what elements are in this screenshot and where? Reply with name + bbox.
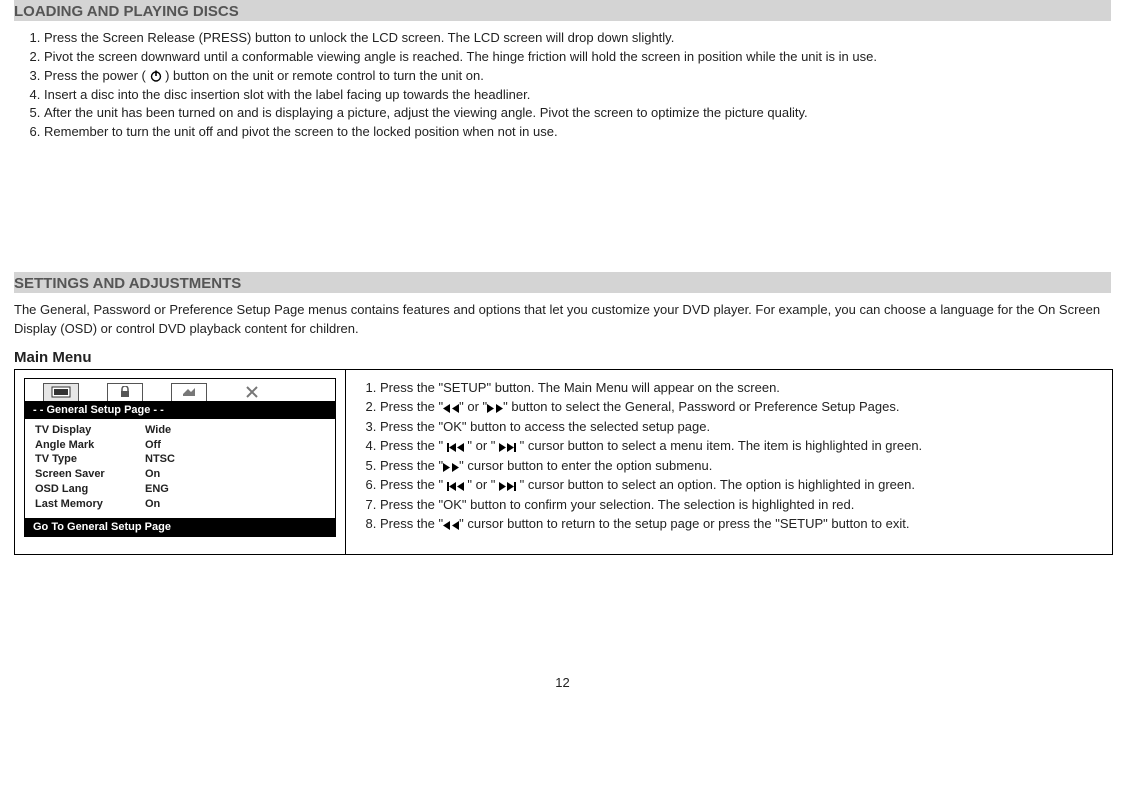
osd-value: Wide — [145, 423, 171, 438]
dleft-icon — [443, 404, 459, 413]
osd-value: On — [145, 467, 160, 482]
skipback-icon — [447, 443, 464, 452]
skipback-icon — [447, 482, 464, 491]
dleft-icon — [443, 521, 459, 530]
skipfwd-icon — [499, 482, 516, 491]
osd-value: ENG — [145, 482, 169, 497]
list-item: Press the "SETUP" button. The Main Menu … — [380, 378, 1104, 398]
osd-key: Screen Saver — [35, 467, 145, 482]
loading-steps-list: Press the Screen Release (PRESS) button … — [14, 29, 1111, 142]
list-item: Press the " " or " " cursor button to se… — [380, 475, 1104, 495]
main-menu-box: - - General Setup Page - - TV DisplayWid… — [14, 369, 1113, 555]
settings-intro-text: The General, Password or Preference Setu… — [14, 301, 1111, 339]
osd-row: TV TypeNTSC — [35, 452, 325, 467]
list-item: Press the "" cursor button to enter the … — [380, 456, 1104, 476]
list-item: Press the "OK" button to access the sele… — [380, 417, 1104, 437]
osd-key: TV Display — [35, 423, 145, 438]
list-item: After the unit has been turned on and is… — [44, 104, 1111, 123]
osd-row: Screen SaverOn — [35, 467, 325, 482]
osd-value: NTSC — [145, 452, 175, 467]
document-page: LOADING AND PLAYING DISCS Press the Scre… — [0, 0, 1125, 710]
osd-tab-password — [107, 383, 143, 401]
osd-key: TV Type — [35, 452, 145, 467]
osd-screenshot: - - General Setup Page - - TV DisplayWid… — [15, 370, 346, 554]
dright-icon — [487, 404, 503, 413]
list-item: Press the Screen Release (PRESS) button … — [44, 29, 1111, 48]
osd-row: OSD LangENG — [35, 482, 325, 497]
osd-row: Angle MarkOff — [35, 438, 325, 453]
osd-key: Last Memory — [35, 497, 145, 512]
dright-icon — [443, 463, 459, 472]
osd-tab-close — [235, 384, 269, 401]
list-item: Remember to turn the unit off and pivot … — [44, 123, 1111, 142]
list-item: Pivot the screen downward until a confor… — [44, 48, 1111, 67]
osd-value: Off — [145, 438, 161, 453]
osd-tab-row — [25, 379, 335, 401]
osd-row: Last MemoryOn — [35, 497, 325, 512]
page-number: 12 — [14, 675, 1111, 690]
osd-tab-general — [43, 383, 79, 401]
osd-value: On — [145, 497, 160, 512]
power-icon — [150, 70, 162, 82]
list-item: Press the "OK" button to confirm your se… — [380, 495, 1104, 515]
lock-icon — [118, 386, 132, 398]
osd-footer-band: Go To General Setup Page — [25, 518, 335, 536]
list-item: Press the power ( ) button on the unit o… — [44, 67, 1111, 86]
osd-panel: - - General Setup Page - - TV DisplayWid… — [24, 378, 336, 537]
section-heading-loading: LOADING AND PLAYING DISCS — [14, 0, 1111, 21]
osd-key: Angle Mark — [35, 438, 145, 453]
list-item: Press the "" cursor button to return to … — [380, 514, 1104, 534]
hand-icon — [181, 386, 197, 398]
list-item: Press the " " or " " cursor button to se… — [380, 436, 1104, 456]
osd-row: TV DisplayWide — [35, 423, 325, 438]
skipfwd-icon — [499, 443, 516, 452]
osd-settings-list: TV DisplayWideAngle MarkOffTV TypeNTSCSc… — [25, 419, 335, 518]
osd-key: OSD Lang — [35, 482, 145, 497]
section-heading-settings: SETTINGS AND ADJUSTMENTS — [14, 272, 1111, 293]
osd-title-band: - - General Setup Page - - — [25, 401, 335, 419]
list-item: Press the "" or "" button to select the … — [380, 397, 1104, 417]
main-menu-steps-list: Press the "SETUP" button. The Main Menu … — [350, 378, 1104, 534]
display-icon — [51, 386, 71, 398]
osd-tab-preference — [171, 383, 207, 401]
list-item: Insert a disc into the disc insertion sl… — [44, 86, 1111, 105]
main-menu-subheading: Main Menu — [14, 349, 1111, 366]
main-menu-instructions: Press the "SETUP" button. The Main Menu … — [346, 370, 1112, 554]
close-icon — [246, 386, 258, 398]
